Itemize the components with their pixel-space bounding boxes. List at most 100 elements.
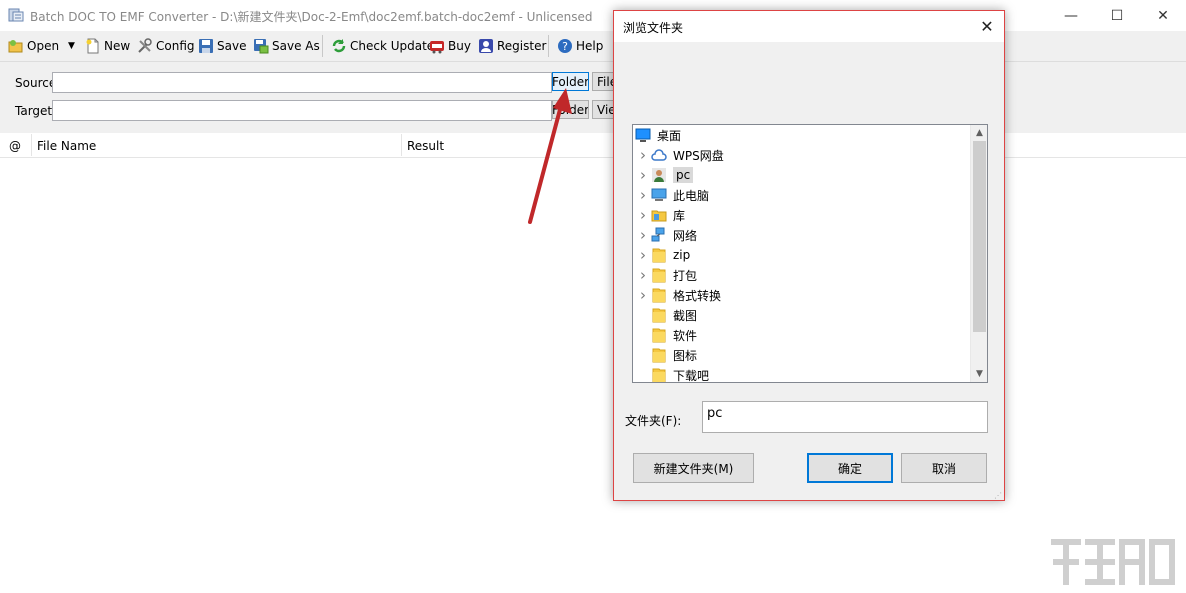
source-label: Source [15,76,57,90]
tree-node[interactable]: › 打包 [635,265,697,285]
source-input[interactable] [52,72,552,93]
check-update-button[interactable]: Check Update [331,36,434,56]
tree-node[interactable]: 软件 [635,325,697,345]
refresh-icon [332,39,346,53]
new-label: New [104,39,131,53]
chevron-right-icon[interactable]: › [635,185,651,205]
save-as-icon [254,39,269,54]
column-divider[interactable] [31,134,32,156]
network-icon [651,227,667,243]
chevron-right-icon[interactable]: › [635,205,651,225]
chevron-right-icon[interactable]: › [635,165,651,185]
folder-tree[interactable]: 桌面 › WPS网盘 › pc › 此电脑 › 库 › 网络 › zip › 打包 › 格式转换 截图 软件 图标 下载… [632,124,988,383]
save-as-button[interactable]: Save As [253,36,320,56]
chevron-right-icon[interactable]: › [635,265,651,285]
open-dropdown-icon[interactable]: ▼ [68,41,75,51]
scroll-down-icon[interactable]: ▼ [971,366,987,382]
tree-node-label: pc [673,167,694,183]
source-file-button[interactable]: File [592,72,614,91]
buy-button[interactable]: Buy [429,36,471,56]
tools-icon [138,38,152,53]
tree-node-label: 库 [673,208,686,223]
dialog-close-button[interactable]: ✕ [975,15,999,37]
tree-node[interactable]: › 格式转换 [635,285,721,305]
new-file-icon [86,38,99,54]
help-icon: ? [558,39,572,53]
ok-button[interactable]: 确定 [807,453,893,483]
dialog-title: 浏览文件夹 [623,21,684,35]
tree-node[interactable]: 图标 [635,345,697,365]
chevron-right-icon[interactable]: › [635,145,651,165]
tree-scrollbar[interactable]: ▲ ▼ [970,125,987,382]
cloud-icon [651,147,667,163]
config-button[interactable]: Config [137,36,195,56]
folder-input[interactable]: pc [702,401,988,433]
open-button[interactable]: Open [8,36,59,56]
save-label: Save [217,39,247,53]
chevron-right-icon[interactable]: › [635,225,651,245]
maximize-button[interactable]: ☐ [1094,0,1140,31]
target-view-button[interactable]: View [592,100,614,119]
config-label: Config [156,39,195,53]
folder-icon [651,347,667,363]
register-label: Register [497,39,547,53]
new-button[interactable]: New [85,36,130,56]
tree-node[interactable]: › pc [635,165,694,185]
close-button[interactable]: ✕ [1140,0,1186,31]
help-label: Help [576,39,604,53]
tree-node-label: 软件 [673,328,698,343]
register-icon [479,39,493,53]
watermark-logo [1051,539,1175,585]
folder-icon [651,287,667,303]
tree-node[interactable]: › WPS网盘 [635,145,724,165]
browse-folder-dialog: 浏览文件夹 ✕ 桌面 › WPS网盘 › pc › 此电脑 › 库 › 网络 › zip › 打包 › 格式转换… [613,10,1005,501]
folder-icon [651,247,667,263]
tree-node[interactable]: 桌面 [633,125,681,145]
tree-node-label: 桌面 [657,128,682,143]
cancel-button[interactable]: 取消 [901,453,987,483]
red-arrow-annotation [528,88,572,224]
tree-node-label: WPS网盘 [673,148,724,163]
folder-icon [651,327,667,343]
tree-node-label: 打包 [673,268,698,283]
tree-node[interactable]: › 库 [635,205,685,225]
folder-icon [651,367,667,382]
tree-node-label: 图标 [673,348,698,363]
resize-grip-icon[interactable]: ⋰ [994,491,1004,501]
tree-node-label: 网络 [673,228,698,243]
app-icon [8,8,24,22]
tree-node[interactable]: 截图 [635,305,697,325]
new-folder-button[interactable]: 新建文件夹(M) [633,453,754,483]
chevron-right-icon[interactable]: › [635,245,651,265]
open-folder-icon [8,40,23,53]
column-header-result[interactable]: Result [407,139,444,153]
buy-label: Buy [448,39,471,53]
scrollbar-thumb[interactable] [973,141,986,332]
scroll-up-icon[interactable]: ▲ [971,125,987,141]
tree-node[interactable]: › 网络 [635,225,697,245]
tree-node[interactable]: 下载吧 [635,365,710,383]
help-button[interactable]: ? Help [557,36,603,56]
save-button[interactable]: Save [198,36,246,56]
folder-field-label: 文件夹(F): [625,414,682,428]
target-input[interactable] [52,100,552,121]
tree-node[interactable]: › 此电脑 [635,185,709,205]
folder-icon [651,307,667,323]
chevron-right-icon[interactable]: › [635,285,651,305]
tree-node[interactable]: › zip [635,245,690,265]
toolbar-separator [548,35,549,57]
minimize-button[interactable]: — [1048,0,1094,31]
window-title: Batch DOC TO EMF Converter - D:\新建文件夹\Do… [30,10,593,24]
tree-node-label: 下载吧 [673,368,710,383]
target-label: Target [15,104,53,118]
column-header-status[interactable]: @ [9,139,21,153]
register-button[interactable]: Register [478,36,546,56]
save-as-label: Save As [272,39,320,53]
column-divider[interactable] [401,134,402,156]
check-update-label: Check Update [350,39,435,53]
desktop-icon [635,127,651,143]
cart-icon [430,41,444,54]
column-header-file-name[interactable]: File Name [37,139,96,153]
